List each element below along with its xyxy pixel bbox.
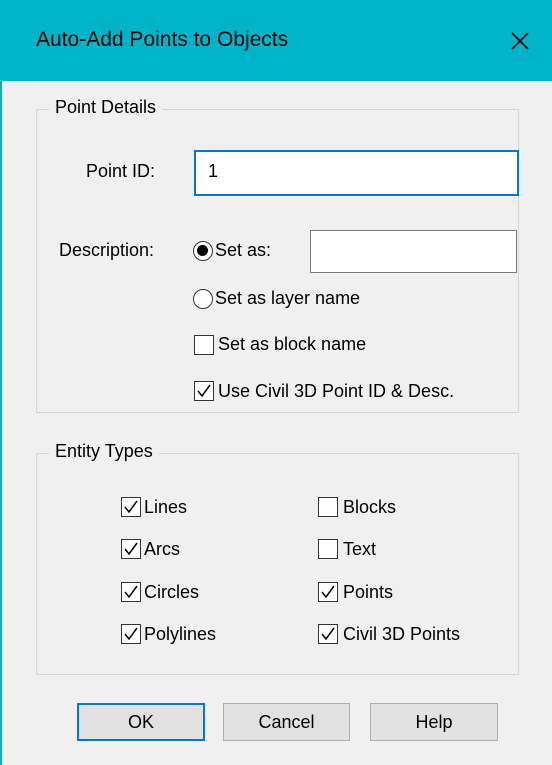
use-civil-checkbox[interactable] [194,381,214,401]
ok-button[interactable]: OK [77,703,205,741]
point-details-legend: Point Details [49,97,163,118]
cancel-button[interactable]: Cancel [223,703,350,741]
civil-3d-points-label[interactable]: Civil 3D Points [343,624,460,645]
circles-label[interactable]: Circles [144,582,199,603]
arcs-checkbox[interactable] [121,539,141,559]
lines-checkbox[interactable] [121,497,141,517]
checkmark-icon [124,542,138,556]
set-as-input[interactable] [310,230,517,273]
set-as-label[interactable]: Set as: [215,240,271,261]
checkmark-icon [124,627,138,641]
set-as-radio[interactable] [193,241,213,261]
points-label[interactable]: Points [343,582,393,603]
checkmark-icon [321,585,335,599]
entity-types-legend: Entity Types [49,441,159,462]
close-icon [511,31,529,50]
set-as-block-label[interactable]: Set as block name [218,334,366,355]
window-border [0,0,2,765]
arcs-label[interactable]: Arcs [144,539,180,560]
point-id-label: Point ID: [86,161,156,181]
dialog-window: Auto-Add Points to Objects Point Details… [0,0,552,765]
blocks-label[interactable]: Blocks [343,497,396,518]
close-button[interactable] [488,0,552,81]
points-checkbox[interactable] [318,582,338,602]
checkmark-icon [321,627,335,641]
checkmark-icon [197,384,211,398]
checkmark-icon [124,585,138,599]
set-as-layer-label[interactable]: Set as layer name [215,288,360,309]
title-bar[interactable]: Auto-Add Points to Objects [2,0,552,81]
help-button[interactable]: Help [370,703,498,741]
checkmark-icon [124,500,138,514]
text-label[interactable]: Text [343,539,376,560]
window-title: Auto-Add Points to Objects [36,28,289,51]
point-id-value: 1 [208,161,219,181]
blocks-checkbox[interactable] [318,497,338,517]
set-as-layer-radio[interactable] [193,289,213,309]
description-label: Description: [59,240,155,260]
use-civil-label[interactable]: Use Civil 3D Point ID & Desc. [218,381,454,402]
set-as-block-checkbox[interactable] [194,335,214,355]
civil-3d-points-checkbox[interactable] [318,624,338,644]
point-id-input[interactable]: 1 [194,150,519,196]
polylines-label[interactable]: Polylines [144,624,216,645]
lines-label[interactable]: Lines [144,497,187,518]
circles-checkbox[interactable] [121,582,141,602]
polylines-checkbox[interactable] [121,624,141,644]
text-checkbox[interactable] [318,539,338,559]
